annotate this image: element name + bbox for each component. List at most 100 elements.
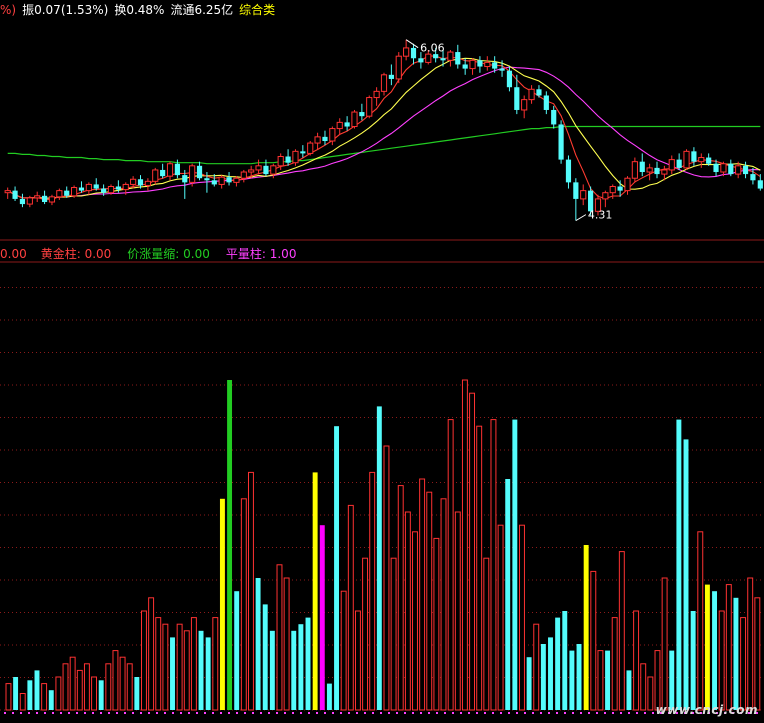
candle-body xyxy=(211,180,217,185)
baseline-marker xyxy=(220,712,222,714)
baseline-marker xyxy=(148,712,150,714)
baseline-marker xyxy=(644,712,646,714)
volume-bar xyxy=(105,663,112,711)
baseline-marker xyxy=(140,712,142,714)
baseline-marker xyxy=(428,712,430,714)
baseline-marker xyxy=(316,712,318,714)
baseline-marker xyxy=(244,712,246,714)
candle-body xyxy=(255,165,262,171)
candle-body xyxy=(85,183,92,192)
candle-body xyxy=(580,190,587,200)
candle-body xyxy=(359,112,365,117)
baseline-marker xyxy=(20,712,22,714)
candle-body xyxy=(735,165,742,175)
volume-bar xyxy=(62,663,69,711)
candle-body xyxy=(617,186,623,191)
volume-bar xyxy=(433,537,440,711)
candle-body xyxy=(565,159,572,183)
candle-body xyxy=(514,87,520,110)
volume-bar xyxy=(219,498,225,710)
candle-body xyxy=(204,178,210,181)
candle-body xyxy=(551,109,557,125)
volume-bar xyxy=(170,637,175,710)
volume-bar xyxy=(276,564,283,711)
baseline-marker xyxy=(92,712,94,714)
volume-bar xyxy=(27,680,33,710)
volume-bar xyxy=(369,471,376,711)
volume-bar xyxy=(661,577,668,711)
candle-body xyxy=(19,198,26,205)
baseline-marker xyxy=(396,712,398,714)
baseline-marker xyxy=(252,712,254,714)
candle-body xyxy=(720,163,727,173)
volume-bar xyxy=(476,425,483,711)
candle-body xyxy=(285,156,291,163)
volume-bar xyxy=(440,498,447,711)
flat-bar-label: 平量柱: 1.00 xyxy=(225,247,297,261)
volume-bar xyxy=(490,419,497,711)
baseline-marker xyxy=(420,712,422,714)
low-arrow xyxy=(575,214,587,222)
candle-body xyxy=(233,177,240,183)
volume-bar xyxy=(390,557,397,711)
volume-bar xyxy=(69,656,76,711)
candle-body xyxy=(706,157,712,164)
baseline-marker xyxy=(540,712,542,714)
float-cap-label: 流通6.25亿 xyxy=(170,3,234,17)
baseline-marker xyxy=(100,712,102,714)
pct-partial: %) xyxy=(0,3,17,17)
baseline-marker xyxy=(468,712,470,714)
candle-body xyxy=(388,74,394,79)
volume-bar xyxy=(162,623,169,711)
indicator-header: 0.00 黄金柱: 0.00 价涨量缩: 0.00 平量柱: 1.00 xyxy=(0,245,296,262)
volume-bar xyxy=(605,650,611,710)
volume-bar xyxy=(319,525,325,710)
volume-bar xyxy=(76,669,83,711)
candle-body xyxy=(455,52,461,65)
volume-bar xyxy=(48,690,54,710)
volume-bar xyxy=(247,471,254,711)
candle-body xyxy=(631,161,638,179)
candle-body xyxy=(41,195,48,203)
baseline-marker xyxy=(196,712,198,714)
volume-bar xyxy=(305,617,311,710)
candle-body xyxy=(189,165,196,183)
candle-body xyxy=(351,111,358,128)
candle-body xyxy=(676,159,682,168)
volume-bar xyxy=(683,439,689,710)
baseline-marker xyxy=(356,712,358,714)
baseline-marker xyxy=(572,712,574,714)
volume-bar xyxy=(747,577,754,711)
candle-body xyxy=(528,88,535,101)
baseline-marker xyxy=(108,712,110,714)
first-value: 0.00 xyxy=(0,247,27,261)
baseline-marker xyxy=(364,712,366,714)
volume-bar xyxy=(234,591,240,710)
candle-body xyxy=(477,60,483,67)
baseline-marker xyxy=(436,712,438,714)
volume-bar xyxy=(419,478,426,711)
candle-body xyxy=(433,54,439,59)
candle-body xyxy=(668,159,675,171)
volume-bar xyxy=(512,419,518,710)
candle-body xyxy=(130,178,137,185)
category-label: 综合类 xyxy=(239,3,276,17)
volume-bar xyxy=(526,657,532,710)
volume-bar xyxy=(340,590,347,711)
candle-body xyxy=(248,169,255,173)
volume-bar xyxy=(597,650,604,711)
candle-body xyxy=(440,58,446,61)
candle-body xyxy=(602,192,609,200)
baseline-marker xyxy=(180,712,182,714)
volume-bar xyxy=(540,644,546,710)
amplitude-label: 振0.07(1.53%) xyxy=(22,3,109,17)
volume-bar xyxy=(148,597,155,711)
candle-body xyxy=(609,185,616,194)
volume-bar xyxy=(426,491,433,711)
candle-body xyxy=(499,68,505,71)
volume-bar xyxy=(13,677,19,710)
volume-bar xyxy=(483,557,490,711)
baseline-marker xyxy=(460,712,462,714)
candle-body xyxy=(410,47,417,59)
volume-bar xyxy=(633,610,640,711)
